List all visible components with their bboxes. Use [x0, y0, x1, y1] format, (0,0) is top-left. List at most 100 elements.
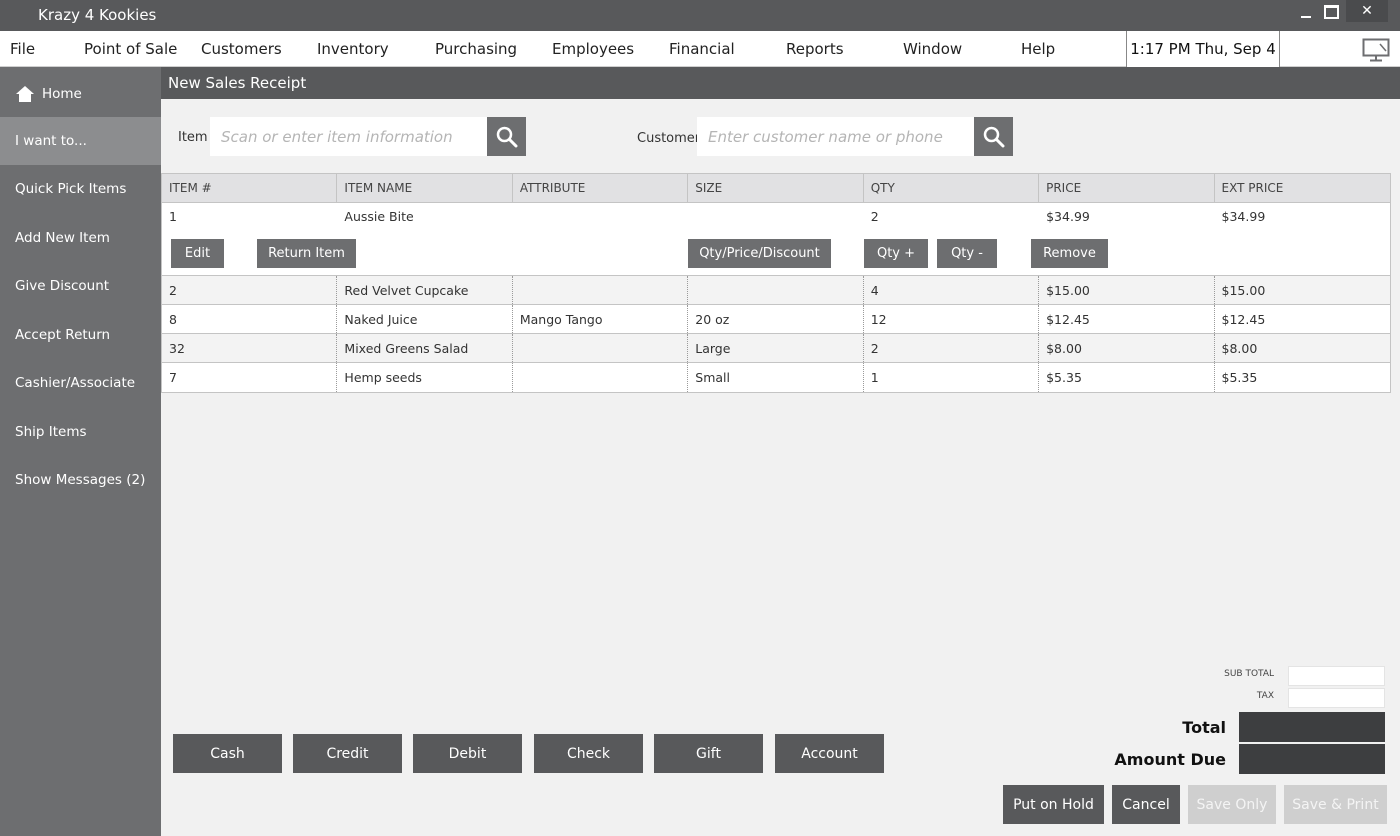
sidebar-item-home[interactable]: Home [0, 70, 161, 118]
cash-button[interactable]: Cash [173, 734, 282, 773]
cell-size: Large [688, 334, 864, 362]
cell-size: 20 oz [688, 305, 864, 333]
subtotal-label: SUB TOTAL [1224, 669, 1274, 679]
cell-qty: 12 [864, 305, 1040, 333]
tax-label: TAX [1256, 691, 1274, 701]
close-button[interactable]: ✕ [1346, 0, 1388, 22]
return-item-button[interactable]: Return Item [257, 239, 356, 268]
total-label: Total [1182, 718, 1226, 737]
sidebar-item-ship-items[interactable]: Ship Items [0, 408, 161, 456]
menu-file[interactable]: File [10, 40, 35, 58]
minimize-button[interactable] [1296, 0, 1316, 24]
cell-attribute [513, 203, 688, 230]
home-icon [16, 86, 34, 102]
total-value [1239, 712, 1385, 742]
cell-qty: 2 [870, 209, 879, 224]
save-only-button[interactable]: Save Only [1188, 785, 1276, 824]
item-search-input[interactable] [210, 117, 487, 156]
cell-size: Small [688, 363, 864, 392]
table-row[interactable]: 7 Hemp seeds Small 1 $5.35 $5.35 [162, 363, 1390, 392]
cell-qty: 1 [864, 363, 1040, 392]
cell-item-name: Naked Juice [337, 305, 513, 333]
cell-price: $8.00 [1039, 334, 1215, 362]
cell-ext-price: $12.45 [1221, 311, 1266, 327]
remove-button[interactable]: Remove [1031, 239, 1108, 268]
cell-ext-price: $8.00 [1221, 340, 1258, 356]
sidebar-item-show-messages[interactable]: Show Messages (2) [0, 456, 161, 504]
cell-ext-price: $15.00 [1221, 282, 1266, 298]
sidebar-item-cashier-associate[interactable]: Cashier/Associate [0, 359, 161, 407]
column-header-qty[interactable]: QTY [864, 174, 1040, 202]
table-row[interactable]: 8 Naked Juice Mango Tango 20 oz 12 $12.4… [162, 305, 1390, 334]
cell-attribute [513, 363, 689, 392]
tax-value [1288, 688, 1385, 708]
column-header-attribute[interactable]: ATTRIBUTE [513, 174, 689, 202]
menu-point-of-sale[interactable]: Point of Sale [84, 40, 177, 58]
item-search-button[interactable] [487, 117, 526, 156]
gift-button[interactable]: Gift [654, 734, 763, 773]
menu-employees[interactable]: Employees [552, 40, 634, 58]
cell-item-name: Aussie Bite [344, 209, 414, 224]
sidebar-item-label: Ship Items [15, 424, 87, 440]
sidebar-item-i-want-to[interactable]: I want to... [0, 117, 161, 165]
column-header-size[interactable]: SIZE [688, 174, 864, 202]
maximize-button[interactable] [1321, 0, 1341, 24]
column-header-price[interactable]: PRICE [1039, 174, 1215, 202]
debit-button[interactable]: Debit [413, 734, 522, 773]
search-icon [983, 126, 1004, 147]
sidebar-item-label: Home [42, 86, 82, 102]
cell-item-number: 2 [162, 276, 338, 304]
qty-plus-button[interactable]: Qty + [864, 239, 928, 268]
cell-item-number: 1 [169, 209, 177, 224]
column-header-item-number[interactable]: ITEM # [162, 174, 338, 202]
cell-qty: 2 [864, 334, 1040, 362]
amount-due-value [1239, 744, 1385, 774]
account-button[interactable]: Account [775, 734, 884, 773]
sidebar-item-label: Cashier/Associate [15, 375, 136, 391]
sidebar-item-give-discount[interactable]: Give Discount [0, 262, 161, 310]
page-title: New Sales Receipt [161, 67, 1400, 99]
table-row[interactable]: 32 Mixed Greens Salad Large 2 $8.00 $8.0… [162, 334, 1390, 363]
sidebar-item-label: Accept Return [15, 327, 111, 343]
sidebar-item-label: Add New Item [15, 230, 110, 246]
row-actions: Edit Return Item Qty/Price/Discount Qty … [162, 230, 1390, 276]
table-row[interactable]: 2 Red Velvet Cupcake 4 $15.00 $15.00 [162, 276, 1390, 305]
cell-item-number: 7 [162, 363, 338, 392]
customer-search-input[interactable] [697, 117, 974, 156]
cell-size [688, 276, 864, 304]
cell-attribute [513, 334, 689, 362]
cell-price: $5.35 [1039, 363, 1215, 392]
check-button[interactable]: Check [534, 734, 643, 773]
customer-search-button[interactable] [974, 117, 1013, 156]
menu-purchasing[interactable]: Purchasing [435, 40, 517, 58]
column-header-ext-price[interactable]: EXT PRICE [1215, 174, 1390, 202]
table-header: ITEM # ITEM NAME ATTRIBUTE SIZE QTY PRIC… [162, 174, 1390, 203]
cancel-button[interactable]: Cancel [1112, 785, 1180, 824]
sidebar-item-accept-return[interactable]: Accept Return [0, 311, 161, 359]
column-header-item-name[interactable]: ITEM NAME [337, 174, 513, 202]
qty-minus-button[interactable]: Qty - [937, 239, 997, 268]
monitor-icon[interactable] [1362, 38, 1390, 62]
menu-help[interactable]: Help [1021, 40, 1055, 58]
clock-display: 1:17 PM Thu, Sep 4 [1126, 31, 1280, 67]
qty-price-discount-button[interactable]: Qty/Price/Discount [688, 239, 831, 268]
cell-item-name: Red Velvet Cupcake [337, 276, 513, 304]
cell-qty: 4 [864, 276, 1040, 304]
sidebar-item-label: I want to... [15, 133, 87, 149]
cell-price: $34.99 [1046, 209, 1090, 224]
cell-item-name: Hemp seeds [337, 363, 513, 392]
save-and-print-button[interactable]: Save & Print [1284, 785, 1387, 824]
sidebar-item-add-new-item[interactable]: Add New Item [0, 214, 161, 262]
credit-button[interactable]: Credit [293, 734, 402, 773]
menu-window[interactable]: Window [903, 40, 962, 58]
menu-financial[interactable]: Financial [669, 40, 735, 58]
table-row-selected[interactable]: 1 Aussie Bite 2 $34.99 $34.99 [162, 203, 1390, 230]
put-on-hold-button[interactable]: Put on Hold [1003, 785, 1104, 824]
sidebar-item-quick-pick-items[interactable]: Quick Pick Items [0, 165, 161, 213]
menu-reports[interactable]: Reports [786, 40, 844, 58]
menu-inventory[interactable]: Inventory [317, 40, 389, 58]
customer-label: Customer [637, 131, 701, 146]
search-icon [496, 126, 517, 147]
edit-button[interactable]: Edit [171, 239, 224, 268]
menu-customers[interactable]: Customers [201, 40, 282, 58]
